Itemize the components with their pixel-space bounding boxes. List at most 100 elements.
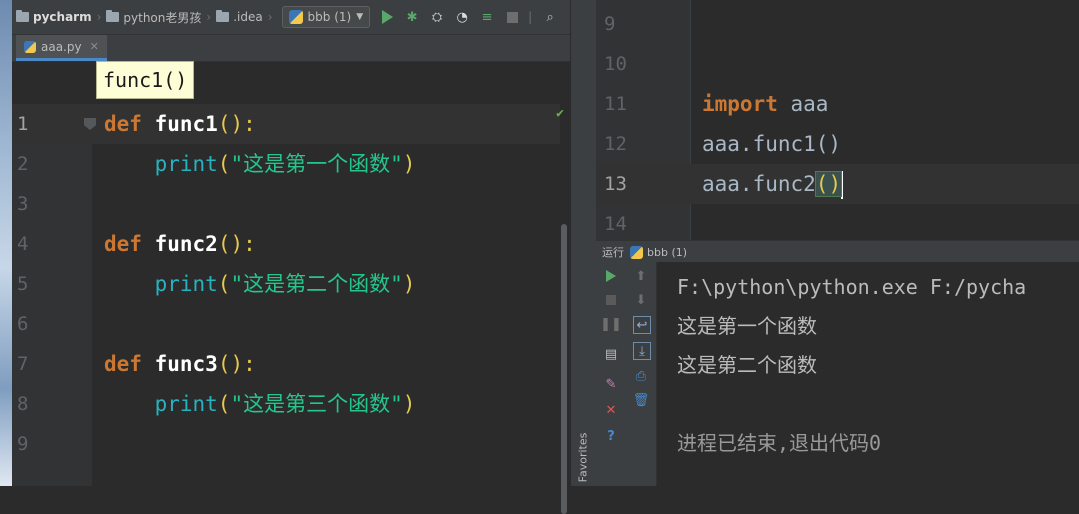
search-button[interactable]: ⌕ <box>542 9 558 25</box>
function-name-token: func2 <box>154 232 218 256</box>
help-icon: ? <box>607 428 615 444</box>
stop-button[interactable] <box>504 9 520 25</box>
clear-all-button[interactable]: 🗑 <box>633 392 650 408</box>
line-number: 8 <box>17 393 29 415</box>
console-line: 进程已结束,退出代码0 <box>677 431 882 455</box>
code-text: import aaa <box>702 84 828 124</box>
line-number: 14 <box>604 213 627 235</box>
stop-icon <box>606 295 616 305</box>
code-line[interactable]: 1 def func1(): <box>12 104 560 144</box>
debug-button[interactable]: ✱ <box>404 9 420 25</box>
line-number: 5 <box>17 273 29 295</box>
play-icon <box>606 270 616 282</box>
code-line[interactable]: 11 import aaa <box>596 84 1079 124</box>
list-run-icon: ≡ <box>481 9 493 25</box>
navigation-toolbar: pycharm › python老男孩 › .idea › bbb (1) ▼ … <box>12 0 570 35</box>
pin-icon: ✎ <box>605 376 617 392</box>
code-text: def func3(): <box>104 344 256 384</box>
arrow-up-icon: ⬆ <box>635 268 647 284</box>
breadcrumb-folder[interactable]: python老男孩 <box>102 9 205 26</box>
folder-icon <box>106 10 120 22</box>
search-icon: ⌕ <box>546 9 554 25</box>
code-text: print("这是第一个函数") <box>104 144 416 184</box>
favorites-tool-button[interactable]: Favorites <box>570 428 596 486</box>
line-number: 10 <box>604 53 627 75</box>
stop-button[interactable] <box>603 292 619 308</box>
run-panel-config: bbb (1) <box>647 245 688 259</box>
code-line[interactable]: 8 print("这是第三个函数") <box>12 384 560 424</box>
code-line[interactable]: 9 <box>12 424 560 464</box>
layout-icon: ▤ <box>604 346 618 362</box>
scroll-to-end-button[interactable]: ⤓ <box>633 342 651 360</box>
pause-icon: ❚❚ <box>600 316 622 332</box>
scroll-down-button[interactable]: ⬇ <box>633 292 649 308</box>
check-icon: ✔ <box>556 106 564 121</box>
close-run-button[interactable]: ✕ <box>603 402 619 418</box>
call-token: aaa.func2 <box>702 172 816 196</box>
folder-icon <box>16 10 29 22</box>
code-text: aaa.func2() <box>702 164 844 204</box>
keyword-token: def <box>104 352 142 376</box>
soft-wrap-button[interactable]: ↩ <box>633 316 651 334</box>
code-line[interactable]: 2 print("这是第一个函数") <box>12 144 560 184</box>
wrap-icon: ↩ <box>636 317 648 333</box>
code-line[interactable]: 3 <box>12 184 560 224</box>
run-config-dropdown[interactable]: bbb (1) ▼ <box>281 6 371 28</box>
close-icon: ✕ <box>605 402 617 418</box>
tool-window-stripe <box>570 0 597 486</box>
close-icon[interactable]: ✕ <box>90 40 99 53</box>
profile-button[interactable]: ◔ <box>454 9 470 25</box>
code-editor-left[interactable]: 1 def func1(): 2 print("这是第一个函数") 3 4 def fun… <box>12 104 570 514</box>
scroll-up-button[interactable]: ⬆ <box>633 268 649 284</box>
console-line: 这是第二个函数 <box>677 353 817 377</box>
scroll-end-icon: ⤓ <box>639 343 645 359</box>
paren-token: ( <box>217 272 231 296</box>
code-line[interactable]: 9 <box>596 4 1079 44</box>
breadcrumb-idea[interactable]: .idea <box>212 10 267 24</box>
paren-token: ( <box>217 152 231 176</box>
pause-button[interactable]: ❚❚ <box>600 316 622 332</box>
builtin-token: print <box>154 392 218 416</box>
code-editor-right[interactable]: 9 10 11 import aaa 12 aaa.func1() 13 aaa.func2(… <box>596 0 1079 240</box>
code-line[interactable]: 10 <box>596 44 1079 84</box>
run-button[interactable] <box>379 9 395 25</box>
vertical-scrollbar[interactable] <box>561 224 567 514</box>
tab-aaa-py[interactable]: aaa.py ✕ <box>16 35 107 61</box>
function-name-token: func3 <box>154 352 218 376</box>
python-icon <box>288 10 303 24</box>
line-number: 12 <box>604 133 627 155</box>
help-button[interactable]: ? <box>603 428 619 444</box>
text-caret <box>841 171 844 199</box>
builtin-token: print <box>154 152 218 176</box>
arrow-down-icon: ⬇ <box>635 292 647 308</box>
run-toolbar-secondary: ⬆ ⬇ ↩ ⤓ ⎙ 🗑 <box>626 262 657 486</box>
paren-token: ) <box>402 272 416 296</box>
print-button[interactable]: ⎙ <box>633 368 649 384</box>
rerun-button[interactable] <box>603 268 619 284</box>
punctuation-token: (): <box>217 112 256 136</box>
code-line[interactable]: 12 aaa.func1() <box>596 124 1079 164</box>
code-line[interactable]: 5 print("这是第二个函数") <box>12 264 560 304</box>
breadcrumb-project[interactable]: pycharm <box>12 10 96 24</box>
bug-icon: ✱ <box>406 9 418 25</box>
parameter-info-tooltip: func1() <box>96 61 195 99</box>
build-button[interactable]: ≡ <box>479 9 495 25</box>
paren-token: ) <box>402 152 416 176</box>
code-line[interactable]: 14 <box>596 204 1079 244</box>
dump-threads-button[interactable]: ▤ <box>603 346 619 362</box>
pin-tab-button[interactable]: ✎ <box>603 376 619 392</box>
console-line: F:\python\python.exe F:/pycha <box>677 275 1027 299</box>
code-line[interactable]: 13 aaa.func2() <box>596 164 1079 204</box>
fold-marker-icon[interactable] <box>84 118 96 130</box>
code-line[interactable]: 7 def func3(): <box>12 344 560 384</box>
coverage-button[interactable]: ⛭ <box>429 9 445 25</box>
code-line[interactable]: 6 <box>12 304 560 344</box>
code-line[interactable]: 4 def func2(): <box>12 224 560 264</box>
string-token: "这是第一个函数" <box>230 152 403 176</box>
keyword-token: def <box>104 232 142 256</box>
play-icon <box>381 10 393 24</box>
toolbar-divider: | <box>528 10 533 24</box>
breadcrumb-separator: › <box>96 10 102 24</box>
run-console-output[interactable]: F:\python\python.exe F:/pycha 这是第一个函数 这是第二… <box>657 262 1079 486</box>
line-number: 11 <box>604 93 627 115</box>
